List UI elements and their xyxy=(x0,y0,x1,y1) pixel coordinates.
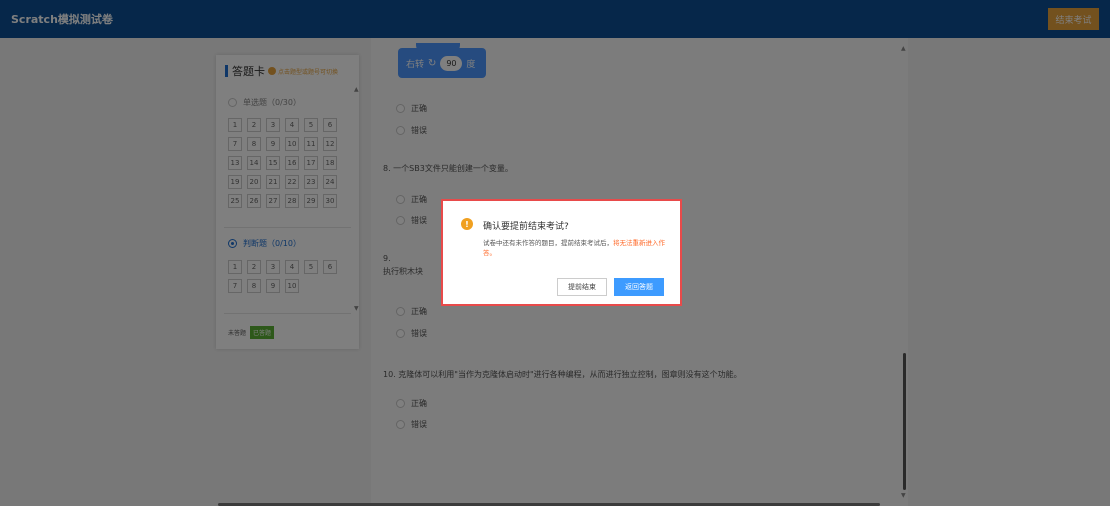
dialog-message-text: 试卷中还有未作答的题目，提前结束考试后， xyxy=(483,239,613,247)
warning-icon: ! xyxy=(461,218,473,230)
dialog-message: 试卷中还有未作答的题目，提前结束考试后，将无法重新进入作答。 xyxy=(483,238,671,258)
dialog-title: 确认要提前结束考试? xyxy=(483,222,569,232)
confirm-dialog: ! 确认要提前结束考试? 试卷中还有未作答的题目，提前结束考试后，将无法重新进入… xyxy=(441,199,682,306)
end-early-button[interactable]: 提前结束 xyxy=(557,278,607,296)
return-to-answer-button[interactable]: 返回答题 xyxy=(614,278,664,296)
